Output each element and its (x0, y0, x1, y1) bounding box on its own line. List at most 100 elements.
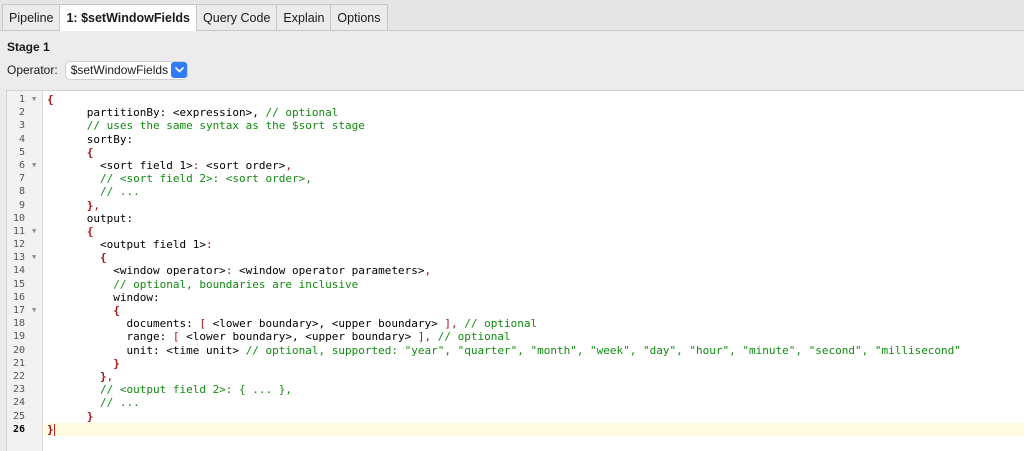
code-line[interactable]: // <sort field 2>: <sort order>, (44, 172, 1024, 185)
code-line[interactable]: { (44, 93, 1024, 106)
code-line[interactable]: } (44, 410, 1024, 423)
fold-toggle-icon[interactable]: ▼ (32, 225, 36, 238)
line-number-text: 26 (12, 423, 25, 435)
code-comment: // ... (47, 185, 140, 199)
code-comment: // optional (265, 106, 339, 120)
line-number-text: 19 (12, 331, 25, 343)
tab-setwindowfields[interactable]: 1: $setWindowFields (59, 4, 198, 31)
code-token: } (113, 356, 120, 370)
line-number-text: 12 (12, 239, 25, 251)
code-token: <lower boundary>, <upper boundary> (179, 330, 418, 344)
code-token: <sort field 1> (47, 158, 193, 172)
code-line[interactable]: output: (44, 212, 1024, 225)
line-number: 5 (7, 146, 42, 159)
code-token: range: (47, 330, 173, 344)
code-line[interactable]: <window operator>: <window operator para… (44, 264, 1024, 277)
code-line[interactable]: <output field 1>: (44, 238, 1024, 251)
code-token: ] (444, 317, 451, 331)
code-token: , (424, 264, 432, 278)
line-number: 20 (7, 344, 42, 357)
line-number: 13 ▼ (7, 251, 42, 264)
code-line[interactable]: }, (44, 199, 1024, 212)
code-line[interactable]: <sort field 1>: <sort order>, (44, 159, 1024, 172)
code-token: <window operator> (47, 264, 226, 278)
code-line[interactable]: // <output field 2>: { ... }, (44, 383, 1024, 396)
fold-toggle-icon[interactable]: ▼ (32, 159, 36, 172)
line-number: 7 (7, 172, 42, 185)
code-line[interactable]: // uses the same syntax as the $sort sta… (44, 119, 1024, 132)
code-line[interactable]: } (44, 422, 1024, 436)
code-line[interactable]: { (44, 304, 1024, 317)
code-editor[interactable]: 1 ▼ 2 3 4 5 6 ▼ 7 8 9 10 11 ▼ 12 13 ▼ 14 15 16 17 ▼ 18 19 20 21 22… (6, 90, 1024, 451)
code-token: , (106, 369, 114, 383)
tab-explain[interactable]: Explain (276, 4, 332, 30)
line-number-text: 15 (12, 278, 25, 290)
code-token: : (205, 238, 213, 252)
code-comment: // uses the same syntax as the $sort sta… (47, 119, 365, 133)
tab-pipeline[interactable]: Pipeline (2, 4, 61, 30)
code-token: [ (199, 317, 206, 331)
code-comment: // <output field 2>: { ... }, (47, 383, 293, 397)
code-line[interactable]: // optional, boundaries are inclusive (44, 278, 1024, 291)
line-number-text: 24 (12, 397, 25, 409)
fold-toggle-icon[interactable]: ▼ (32, 251, 36, 264)
line-number: 16 (7, 291, 42, 304)
code-comment: // ... (47, 396, 140, 410)
code-line[interactable]: }, (44, 370, 1024, 383)
code-line[interactable]: { (44, 225, 1024, 238)
code-token: , (451, 317, 458, 331)
line-number: 10 (7, 212, 42, 225)
line-number-text: 4 (18, 133, 25, 145)
code-token: { (86, 145, 94, 159)
code-token: , (285, 158, 293, 172)
line-number-text: 6 (18, 159, 25, 171)
operator-select-value: $setWindowFields (70, 63, 169, 77)
line-number: 1 ▼ (7, 93, 42, 106)
line-number: 14 (7, 264, 42, 277)
tab-list: Pipeline 1: $setWindowFields Query Code … (2, 4, 388, 31)
code-line[interactable]: { (44, 251, 1024, 264)
code-token: documents: (47, 317, 200, 331)
text-caret (53, 423, 55, 436)
code-line[interactable]: window: (44, 291, 1024, 304)
chevron-down-icon (171, 62, 188, 78)
line-number: 12 (7, 238, 42, 251)
code-line[interactable]: range: [ <lower boundary>, <upper bounda… (44, 330, 1024, 343)
code-token: partitionBy: <expression>, (47, 106, 266, 120)
code-line[interactable]: // ... (44, 185, 1024, 198)
line-number-text: 8 (18, 186, 25, 198)
line-number: 19 (7, 330, 42, 343)
code-comment: // optional, boundaries are inclusive (47, 277, 359, 291)
tab-bar: Pipeline 1: $setWindowFields Query Code … (0, 0, 1024, 31)
code-token: unit: <time unit> (47, 343, 246, 357)
line-number-text: 20 (12, 344, 25, 356)
code-token: output: (47, 211, 134, 225)
code-line[interactable]: partitionBy: <expression>, // optional (44, 106, 1024, 119)
code-line[interactable]: sortBy: (44, 133, 1024, 146)
line-number: 22 (7, 370, 42, 383)
code-line[interactable]: // ... (44, 396, 1024, 409)
fold-toggle-icon[interactable]: ▼ (32, 93, 36, 106)
code-line[interactable]: unit: <time unit> // optional, supported… (44, 344, 1024, 357)
code-token: { (86, 224, 94, 238)
operator-select[interactable]: $setWindowFields (65, 61, 188, 79)
code-token: { (113, 304, 120, 317)
code-line[interactable]: { (44, 146, 1024, 159)
tab-query-code[interactable]: Query Code (196, 4, 278, 30)
line-number: 17 ▼ (7, 304, 42, 317)
tab-options[interactable]: Options (330, 4, 388, 30)
code-area[interactable]: { partitionBy: <expression>, // optional… (44, 91, 1024, 436)
fold-toggle-icon[interactable]: ▼ (32, 304, 36, 317)
code-line[interactable]: } (44, 357, 1024, 370)
code-comment: // <sort field 2>: <sort order>, (47, 172, 312, 186)
code-token: <output field 1> (47, 238, 206, 252)
line-number: 2 (7, 106, 42, 119)
line-number: 9 (7, 199, 42, 212)
code-line[interactable]: documents: [ <lower boundary>, <upper bo… (44, 317, 1024, 330)
line-number-text: 5 (18, 146, 25, 158)
